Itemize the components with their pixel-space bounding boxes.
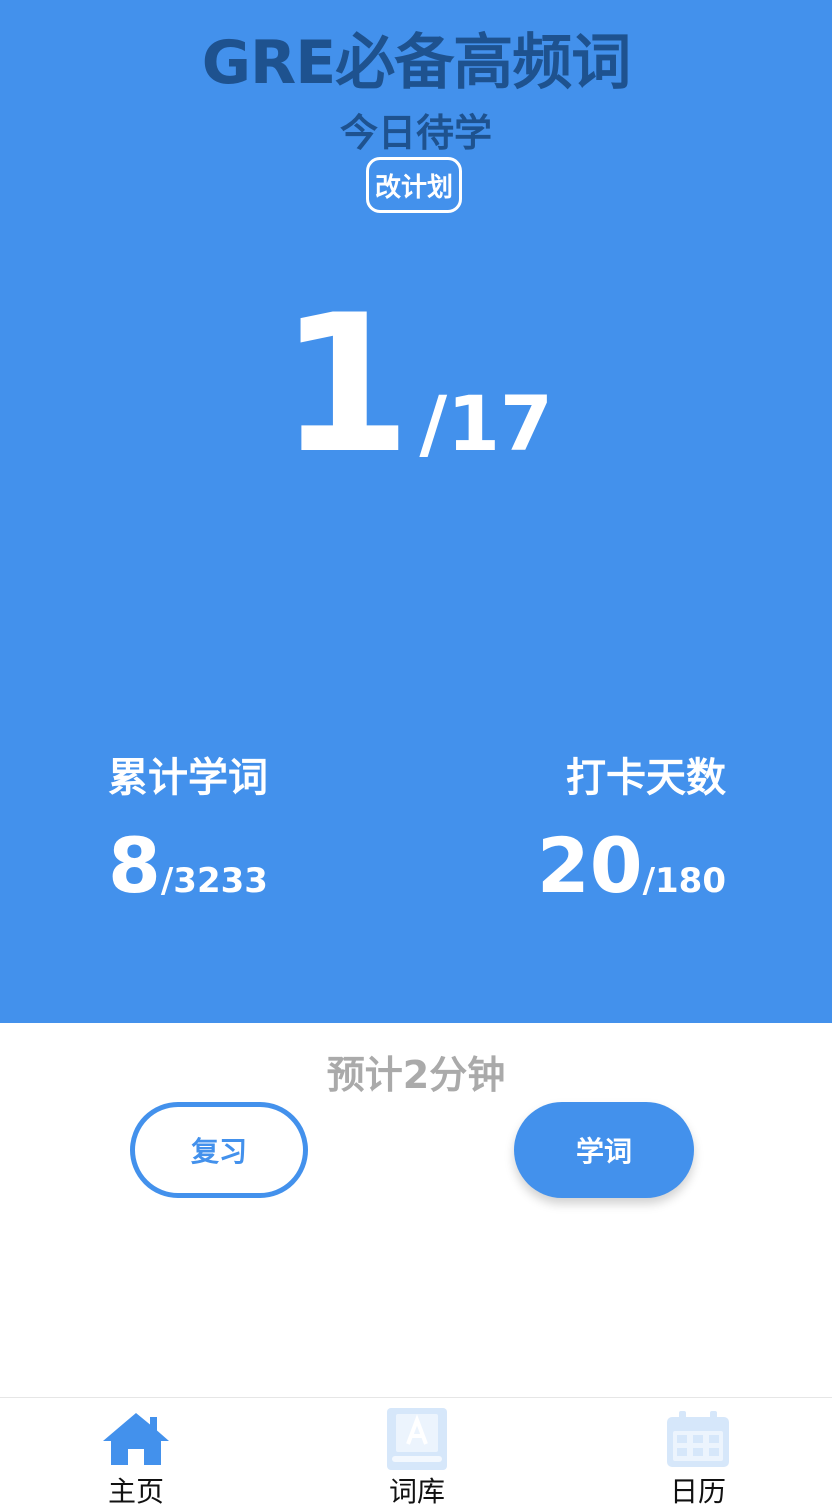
book-icon <box>387 1408 447 1470</box>
today-total-count: /17 <box>419 379 553 468</box>
tab-word-library-label: 词库 <box>388 1475 445 1508</box>
checkin-days-value: 20 <box>536 821 643 910</box>
checkin-days-label: 打卡天数 <box>566 755 726 801</box>
today-progress: 1/17 <box>0 290 832 480</box>
checkin-days-stat: 打卡天数 20/180 <box>537 752 726 906</box>
tab-calendar-label: 日历 <box>669 1475 726 1508</box>
tab-calendar[interactable]: 日历 <box>628 1406 768 1508</box>
tab-word-library[interactable]: 词库 <box>347 1406 487 1508</box>
cumulative-words-stat: 累计学词 8/3233 <box>108 752 268 906</box>
bottom-tab-bar: 主页 词库 日历 <box>0 1397 832 1508</box>
cumulative-words-value: 8 <box>108 821 161 910</box>
today-learned-count: 1 <box>279 274 412 495</box>
cumulative-words-total: /3233 <box>160 861 268 901</box>
learn-words-button[interactable]: 学词 <box>514 1102 694 1198</box>
calendar-icon <box>667 1411 729 1467</box>
summary-panel: GRE必备高频词 今日待学 改计划 1/17 累计学词 8/3233 打卡天数 … <box>0 0 832 1023</box>
checkin-days-total: /180 <box>642 861 726 901</box>
change-plan-button[interactable]: 改计划 <box>366 157 462 213</box>
estimated-time: 预计2分钟 <box>326 1053 506 1097</box>
tab-home-label: 主页 <box>107 1475 164 1508</box>
cumulative-words-label: 累计学词 <box>108 755 268 801</box>
home-icon <box>103 1413 169 1465</box>
book-title: GRE必备高频词 <box>201 28 631 98</box>
today-label: 今日待学 <box>339 111 492 155</box>
review-button[interactable]: 复习 <box>130 1102 308 1198</box>
tab-home[interactable]: 主页 <box>66 1406 206 1508</box>
